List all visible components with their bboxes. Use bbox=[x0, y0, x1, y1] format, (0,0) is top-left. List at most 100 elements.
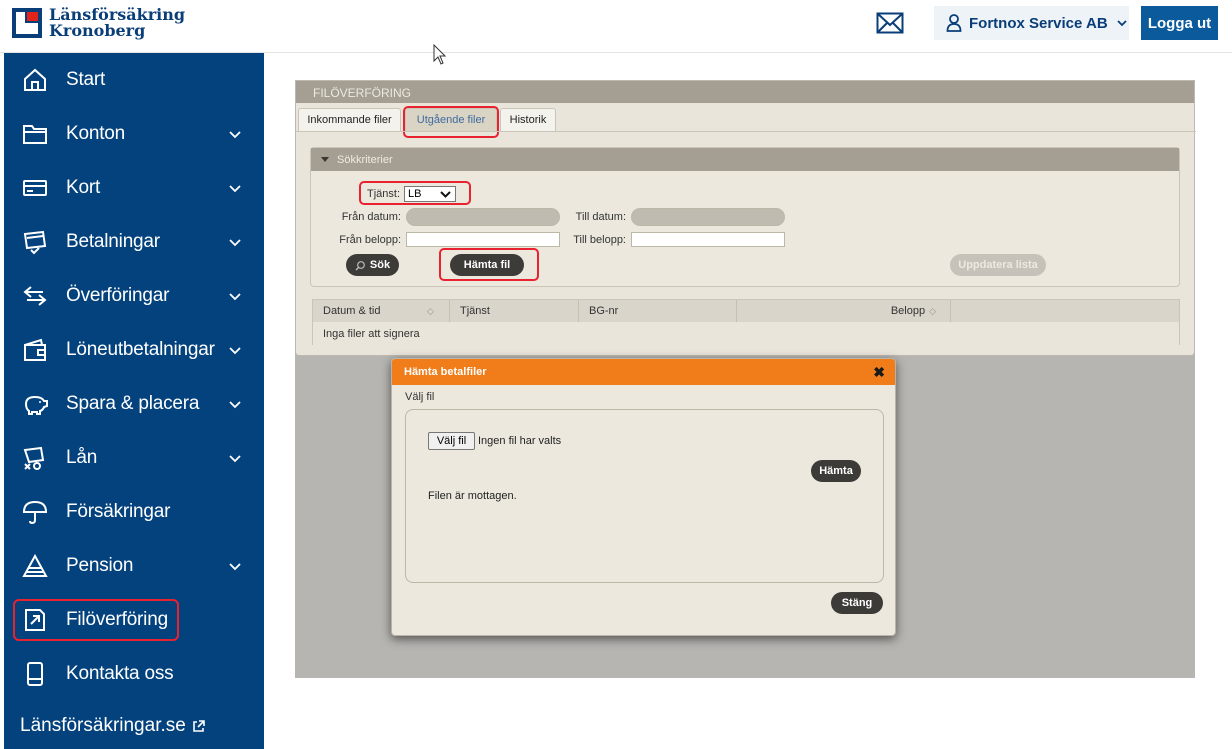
close-icon[interactable]: ✖ bbox=[873, 364, 885, 381]
search-criteria-panel: Sökkriterier Tjänst: LB Från datum: Till… bbox=[310, 147, 1180, 287]
fetch-file-highlight bbox=[439, 248, 539, 281]
sidebar-item-label: Löneutbetalningar bbox=[66, 339, 215, 360]
sidebar-item-label: Lån bbox=[66, 447, 98, 468]
sidebar-item-kontakta-oss[interactable]: Kontakta oss bbox=[4, 647, 264, 701]
sidebar-item-kort[interactable]: Kort bbox=[4, 161, 264, 215]
from-amount-label: Från belopp: bbox=[339, 234, 401, 246]
sidebar-item-label: Kontakta oss bbox=[66, 663, 174, 684]
external-site-label: Länsförsäkringar.se bbox=[20, 715, 186, 736]
no-file-text: Ingen fil har valts bbox=[478, 435, 562, 447]
dialog-body: Välj fil Ingen fil har valts Hämta Filen… bbox=[405, 409, 884, 583]
tab-highlight bbox=[403, 106, 499, 138]
chevron-down-icon bbox=[229, 131, 241, 139]
tab-divider bbox=[296, 131, 1196, 132]
chevron-down-icon bbox=[1117, 20, 1127, 27]
column-label: BG-nr bbox=[589, 305, 619, 317]
from-date-input[interactable] bbox=[406, 208, 560, 226]
column-datetime[interactable]: Datum & tid ◇ bbox=[313, 300, 450, 322]
chevron-down-icon bbox=[229, 293, 241, 301]
choose-file-button[interactable]: Välj fil bbox=[428, 432, 475, 450]
chevron-down-icon bbox=[229, 563, 241, 571]
loan-icon bbox=[23, 446, 45, 470]
sidebar-item-spara-placera[interactable]: Spara & placera bbox=[4, 377, 264, 431]
to-date-input[interactable] bbox=[631, 208, 785, 226]
from-amount-input[interactable] bbox=[406, 232, 560, 247]
sidebar-item-konton[interactable]: Konton bbox=[4, 107, 264, 161]
to-date-label: Till datum: bbox=[575, 211, 626, 223]
chevron-down-icon bbox=[229, 455, 241, 463]
collapse-triangle-icon bbox=[321, 157, 329, 162]
close-button[interactable]: Stäng bbox=[831, 592, 883, 614]
pyramid-icon bbox=[22, 553, 48, 577]
chevron-down-icon bbox=[229, 401, 241, 409]
sidebar-item-label: Överföringar bbox=[66, 285, 170, 306]
piggybank-icon bbox=[24, 395, 48, 415]
umbrella-icon bbox=[22, 500, 48, 525]
tab-history[interactable]: Historik bbox=[500, 108, 556, 132]
brand-name: Länsförsäkring Kronoberg bbox=[49, 7, 185, 39]
status-text: Filen är mottagen. bbox=[428, 490, 517, 502]
column-label: Tjänst bbox=[460, 305, 490, 317]
sidebar-item-label: Spara & placera bbox=[66, 393, 200, 414]
dialog-subtitle: Välj fil bbox=[405, 391, 435, 403]
sidebar-item-forsakringar[interactable]: Försäkringar bbox=[4, 485, 264, 539]
file-transfer-window: FILÖVERFÖRING Inkommande filer Utgående … bbox=[295, 80, 1196, 356]
sidebar-item-lan[interactable]: Lån bbox=[4, 431, 264, 485]
column-bg-number[interactable]: BG-nr bbox=[579, 300, 737, 322]
sort-icon: ◇ bbox=[427, 305, 434, 316]
column-service[interactable]: Tjänst bbox=[450, 300, 579, 322]
chevron-down-icon bbox=[229, 347, 241, 355]
refresh-list-button[interactable]: Uppdatera lista bbox=[950, 254, 1046, 276]
files-table: Datum & tid ◇ Tjänst BG-nr Belopp ◇ Inga… bbox=[312, 299, 1180, 345]
logout-button[interactable]: Logga ut bbox=[1141, 6, 1218, 40]
sidebar-item-label: Betalningar bbox=[66, 231, 160, 252]
column-amount[interactable]: Belopp ◇ bbox=[737, 300, 951, 322]
criteria-title: Sökkriterier bbox=[337, 153, 393, 166]
sidebar-item-label: Konton bbox=[66, 123, 126, 144]
fetch-payment-files-dialog: Hämta betalfiler ✖ Välj fil Välj fil Ing… bbox=[391, 358, 896, 636]
user-name: Fortnox Service AB bbox=[969, 14, 1108, 32]
to-amount-input[interactable] bbox=[631, 232, 785, 247]
transfer-icon bbox=[23, 286, 47, 306]
search-button[interactable]: Sök bbox=[346, 254, 399, 276]
chevron-down-icon bbox=[229, 185, 241, 193]
sidebar-item-betalningar[interactable]: Betalningar bbox=[4, 215, 264, 269]
criteria-header[interactable]: Sökkriterier bbox=[311, 148, 1179, 171]
window-title: FILÖVERFÖRING bbox=[296, 81, 1194, 103]
fetch-button[interactable]: Hämta bbox=[811, 460, 861, 482]
payment-icon bbox=[23, 230, 47, 255]
top-header: Länsförsäkring Kronoberg Fortnox Service… bbox=[0, 0, 1232, 53]
column-label: Datum & tid bbox=[323, 305, 381, 317]
dialog-header: Hämta betalfiler ✖ bbox=[392, 359, 895, 385]
column-label: Belopp bbox=[890, 305, 926, 317]
folder-icon bbox=[23, 125, 47, 144]
card-icon bbox=[23, 180, 47, 196]
search-button-label: Sök bbox=[369, 259, 391, 271]
sidebar-item-label: Pension bbox=[66, 555, 134, 576]
sidebar-item-label: Försäkringar bbox=[66, 501, 171, 522]
brand-logo[interactable]: Länsförsäkring Kronoberg bbox=[12, 7, 185, 39]
empty-table-row: Inga filer att signera bbox=[313, 322, 1179, 345]
user-menu[interactable]: Fortnox Service AB bbox=[934, 6, 1129, 40]
mail-icon[interactable] bbox=[876, 12, 904, 34]
sidebar-item-pension[interactable]: Pension bbox=[4, 539, 264, 593]
tab-incoming-files[interactable]: Inkommande filer bbox=[298, 108, 401, 132]
sort-icon: ◇ bbox=[929, 305, 936, 316]
external-link-icon bbox=[193, 720, 205, 732]
service-highlight bbox=[359, 181, 471, 205]
mouse-cursor-icon bbox=[433, 44, 447, 65]
home-icon bbox=[24, 68, 46, 91]
sidebar-item-label: Kort bbox=[66, 177, 101, 198]
sidebar-item-label: Start bbox=[66, 69, 106, 90]
from-date-label: Från datum: bbox=[341, 211, 401, 223]
user-icon bbox=[946, 14, 962, 32]
sidebar-item-loneutbetalningar[interactable]: Löneutbetalningar bbox=[4, 323, 264, 377]
to-amount-label: Till belopp: bbox=[573, 234, 626, 246]
phone-icon bbox=[27, 662, 43, 686]
sidebar-item-start[interactable]: Start bbox=[4, 53, 264, 107]
external-site-link[interactable]: Länsförsäkringar.se bbox=[20, 715, 205, 737]
brand-line-2: Kronoberg bbox=[49, 21, 146, 40]
sidebar-item-overforingar[interactable]: Överföringar bbox=[4, 269, 264, 323]
search-icon bbox=[355, 260, 365, 270]
active-item-highlight bbox=[13, 599, 179, 641]
